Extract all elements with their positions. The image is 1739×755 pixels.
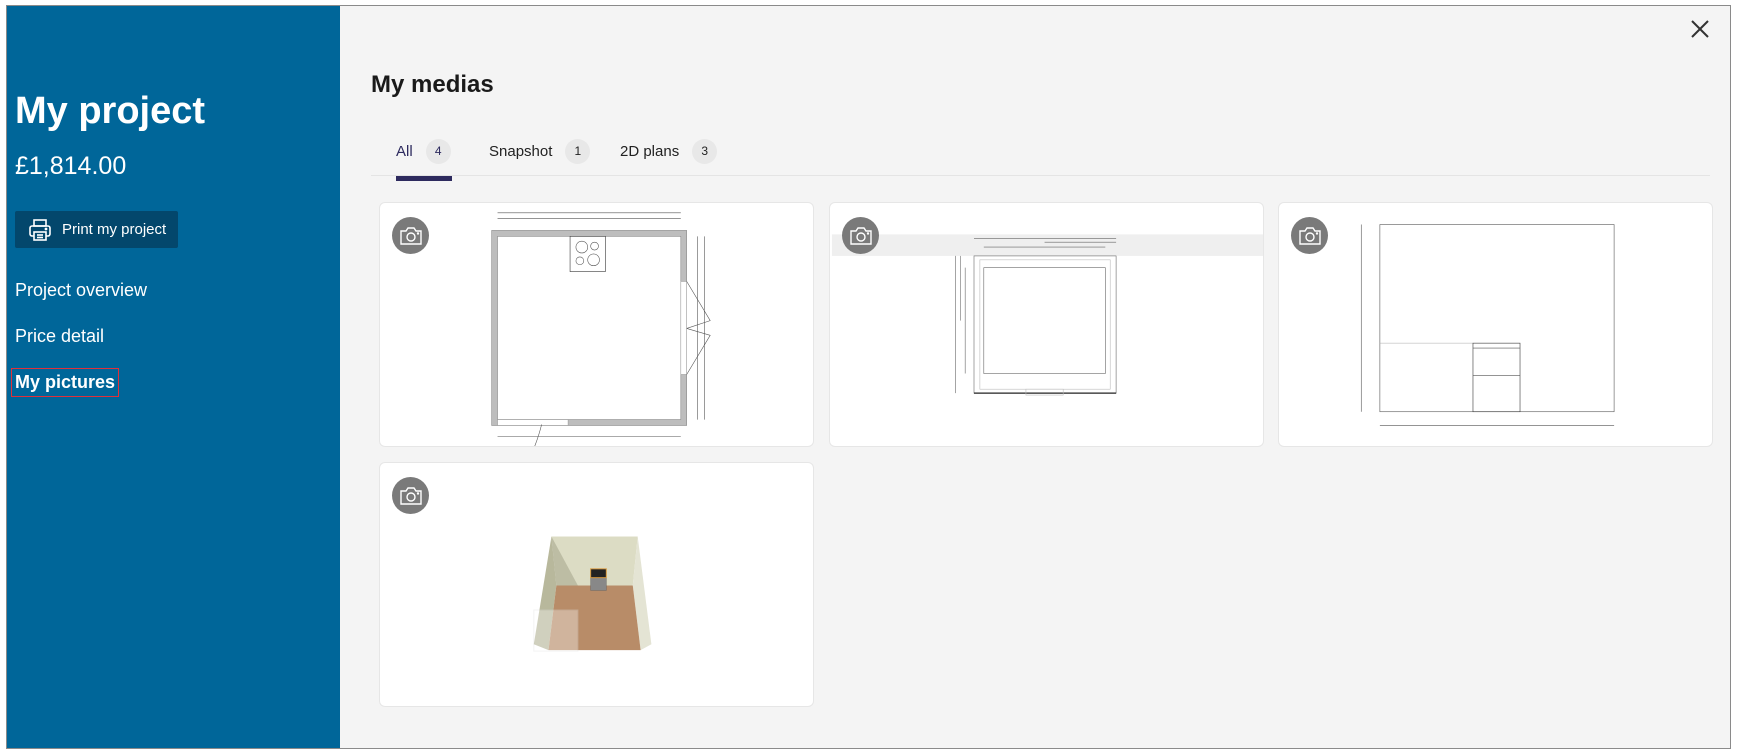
media-card-snapshot[interactable] xyxy=(379,462,814,707)
wall-elevation-image xyxy=(1360,224,1615,426)
floor-plan-image xyxy=(491,212,711,446)
nav-price-detail[interactable]: Price detail xyxy=(15,326,104,347)
printer-icon xyxy=(29,218,51,241)
close-icon[interactable] xyxy=(1688,17,1712,41)
main-panel: My medias All 4 Snapshot 1 2D plans 3 xyxy=(340,6,1730,748)
project-title: My project xyxy=(15,90,206,132)
page-title: My medias xyxy=(371,71,494,98)
camera-icon xyxy=(1291,217,1328,254)
nav-project-overview[interactable]: Project overview xyxy=(15,280,147,301)
count-badge: 4 xyxy=(425,138,451,164)
project-price: £1,814.00 xyxy=(15,152,127,180)
camera-icon xyxy=(392,217,429,254)
active-tab-indicator xyxy=(396,176,452,181)
print-label: Print my project xyxy=(62,221,167,238)
nav-my-pictures[interactable]: My pictures xyxy=(10,368,120,397)
elevation-plan-image xyxy=(831,234,1263,396)
print-project-button[interactable]: Print my project xyxy=(15,211,178,248)
sidebar: My project £1,814.00 Print my project Pr… xyxy=(7,6,340,748)
tab-label: All xyxy=(396,142,413,160)
tab-all[interactable]: All 4 xyxy=(396,136,451,166)
camera-icon xyxy=(842,217,879,254)
media-card-plan-2[interactable] xyxy=(829,202,1264,447)
media-card-plan-1[interactable] xyxy=(379,202,814,447)
tab-snapshot[interactable]: Snapshot 1 xyxy=(489,136,591,166)
tab-label: Snapshot xyxy=(489,142,553,160)
count-badge: 1 xyxy=(565,138,591,164)
media-tabs: All 4 Snapshot 1 2D plans 3 xyxy=(371,126,1710,181)
tab-2d-plans[interactable]: 2D plans 3 xyxy=(620,136,718,166)
modal: My project £1,814.00 Print my project Pr… xyxy=(6,5,1731,749)
camera-icon xyxy=(392,477,429,514)
count-badge: 3 xyxy=(692,138,718,164)
tab-label: 2D plans xyxy=(620,142,680,160)
3d-snapshot-image xyxy=(533,536,652,652)
media-card-plan-3[interactable] xyxy=(1278,202,1713,447)
